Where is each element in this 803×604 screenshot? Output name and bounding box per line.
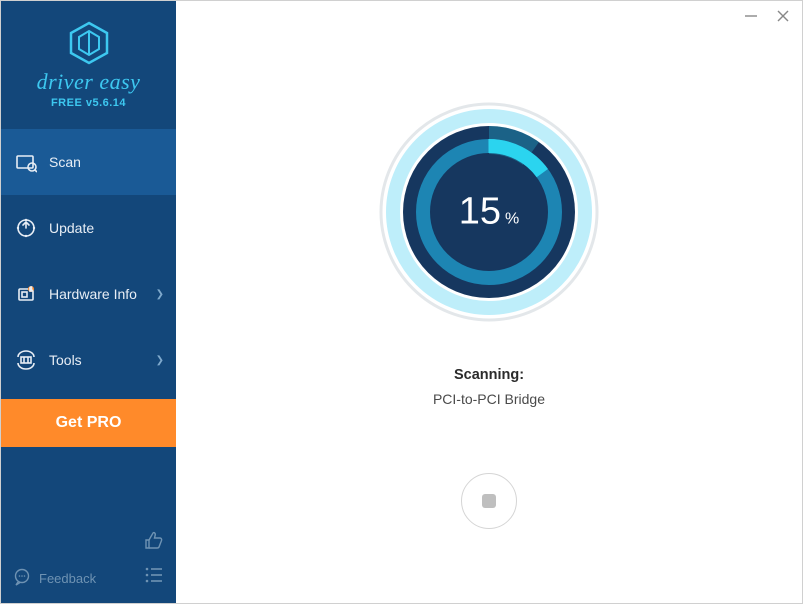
sidebar-item-label: Scan bbox=[49, 154, 81, 170]
scan-icon bbox=[15, 151, 37, 173]
update-icon bbox=[15, 217, 37, 239]
scan-panel: 15 % Scanning: PCI-to-PCI Bridge bbox=[176, 1, 802, 529]
sidebar: driver easy FREE v5.6.14 Scan bbox=[1, 1, 176, 603]
brand-name: driver easy bbox=[37, 69, 141, 95]
hardware-icon: 1 bbox=[15, 283, 37, 305]
get-pro-label: Get PRO bbox=[56, 414, 122, 432]
sidebar-item-label: Hardware Info bbox=[49, 286, 137, 302]
sidebar-item-update[interactable]: Update bbox=[1, 195, 176, 261]
brand-version: FREE v5.6.14 bbox=[51, 97, 126, 109]
get-pro-button[interactable]: Get PRO bbox=[1, 399, 176, 447]
stop-scan-button[interactable] bbox=[461, 473, 517, 529]
progress-ring: 15 % bbox=[374, 97, 604, 327]
feedback-label: Feedback bbox=[39, 571, 96, 586]
brand-block: driver easy FREE v5.6.14 bbox=[1, 1, 176, 123]
chevron-right-icon: ❯ bbox=[156, 355, 164, 366]
menu-list-icon[interactable] bbox=[144, 566, 164, 589]
main-area: 15 % Scanning: PCI-to-PCI Bridge bbox=[176, 1, 802, 603]
status-title: Scanning: bbox=[454, 367, 524, 383]
sidebar-item-label: Update bbox=[49, 220, 94, 236]
svg-text:1: 1 bbox=[30, 287, 33, 293]
sidebar-item-label: Tools bbox=[49, 352, 82, 368]
nav: Scan Update bbox=[1, 129, 176, 393]
status-current-item: PCI-to-PCI Bridge bbox=[433, 391, 545, 407]
minimize-button[interactable] bbox=[744, 9, 758, 26]
progress-percent: 15 % bbox=[459, 191, 520, 234]
sidebar-item-tools[interactable]: Tools ❯ bbox=[1, 327, 176, 393]
sidebar-bottom: Feedback bbox=[1, 521, 176, 603]
progress-unit: % bbox=[505, 211, 519, 229]
brand-logo-icon bbox=[65, 19, 113, 67]
stop-icon bbox=[482, 494, 496, 508]
sidebar-item-hardware-info[interactable]: 1 Hardware Info ❯ bbox=[1, 261, 176, 327]
close-button[interactable] bbox=[776, 9, 790, 26]
chevron-right-icon: ❯ bbox=[156, 289, 164, 300]
progress-value: 15 bbox=[459, 191, 501, 234]
window-controls bbox=[744, 9, 790, 26]
chat-icon bbox=[13, 568, 31, 589]
sidebar-item-scan[interactable]: Scan bbox=[1, 129, 176, 195]
thumbs-up-icon[interactable] bbox=[144, 531, 164, 556]
feedback-button[interactable]: Feedback bbox=[13, 568, 96, 589]
tools-icon bbox=[15, 349, 37, 371]
